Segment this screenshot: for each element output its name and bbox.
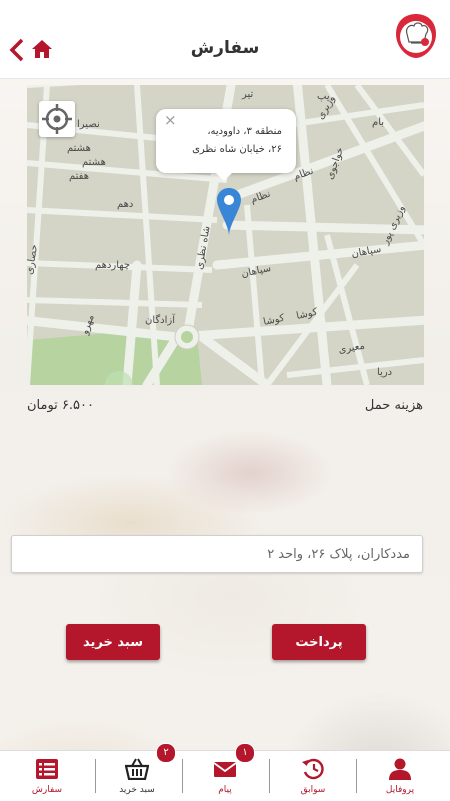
map-pin-icon[interactable]: [216, 187, 242, 237]
history-icon: [302, 758, 324, 780]
app-header: سفارش: [0, 0, 450, 79]
street-label: تیر: [241, 89, 254, 100]
street-label: هفتم: [69, 171, 89, 182]
street-label: دریا: [377, 367, 392, 378]
nav-label: سوابق: [300, 785, 326, 795]
nav-label: سبد خرید: [119, 785, 155, 795]
nav-label: پروفایل: [385, 785, 415, 795]
address-popup: × منطقه ۳، داوودیه، ۲۶، خیابان شاه نظری: [156, 109, 296, 181]
nav-item-profile[interactable]: پروفایل: [357, 751, 443, 801]
street-label: هشتم: [82, 157, 106, 168]
street-label: نصیرا: [77, 119, 100, 130]
basket-icon: [125, 758, 149, 780]
nav-label: سفارش: [31, 785, 63, 795]
page-title: سفارش: [190, 38, 260, 58]
popup-line-1: منطقه ۳، داوودیه،: [207, 126, 282, 137]
nav-label: پیام: [218, 785, 232, 795]
crosshair-icon[interactable]: [39, 101, 75, 137]
street-label: بام: [372, 117, 384, 128]
cart-button[interactable]: سبد خرید: [66, 624, 160, 660]
list-icon: [36, 759, 58, 779]
bottom-nav: سفارش ۲ سبد خرید ۱ پیام سوابق پروفایل: [0, 743, 450, 801]
pay-button[interactable]: پرداخت: [272, 624, 366, 660]
chef-logo: [394, 12, 438, 60]
shipping-cost-label: هزینه حمل: [364, 398, 423, 413]
user-icon: [389, 758, 411, 780]
nav-item-cart[interactable]: ۲ سبد خرید: [94, 743, 180, 801]
location-map[interactable]: تیر یپ نصیرا هشتم هشتم هفتم وزیری بام خو…: [27, 85, 424, 385]
street-label: چهاردهم: [95, 260, 130, 271]
nav-item-messages[interactable]: ۱ پیام: [182, 743, 268, 801]
nav-item-history[interactable]: سوابق: [270, 751, 356, 801]
cart-badge: ۲: [156, 743, 176, 763]
address-field[interactable]: [11, 535, 423, 573]
street-label: دهم: [117, 199, 133, 210]
nav-item-orders[interactable]: سفارش: [4, 751, 90, 801]
envelope-icon: [213, 762, 237, 777]
street-label: آزادگان: [145, 313, 176, 326]
popup-line-2: ۲۶، خیابان شاه نظری: [192, 144, 282, 155]
messages-badge: ۱: [235, 743, 255, 763]
shipping-cost-value: ۶.۵۰۰ تومان: [27, 398, 94, 413]
street-label: هشتم: [67, 143, 91, 154]
popup-arrow: [216, 173, 232, 181]
